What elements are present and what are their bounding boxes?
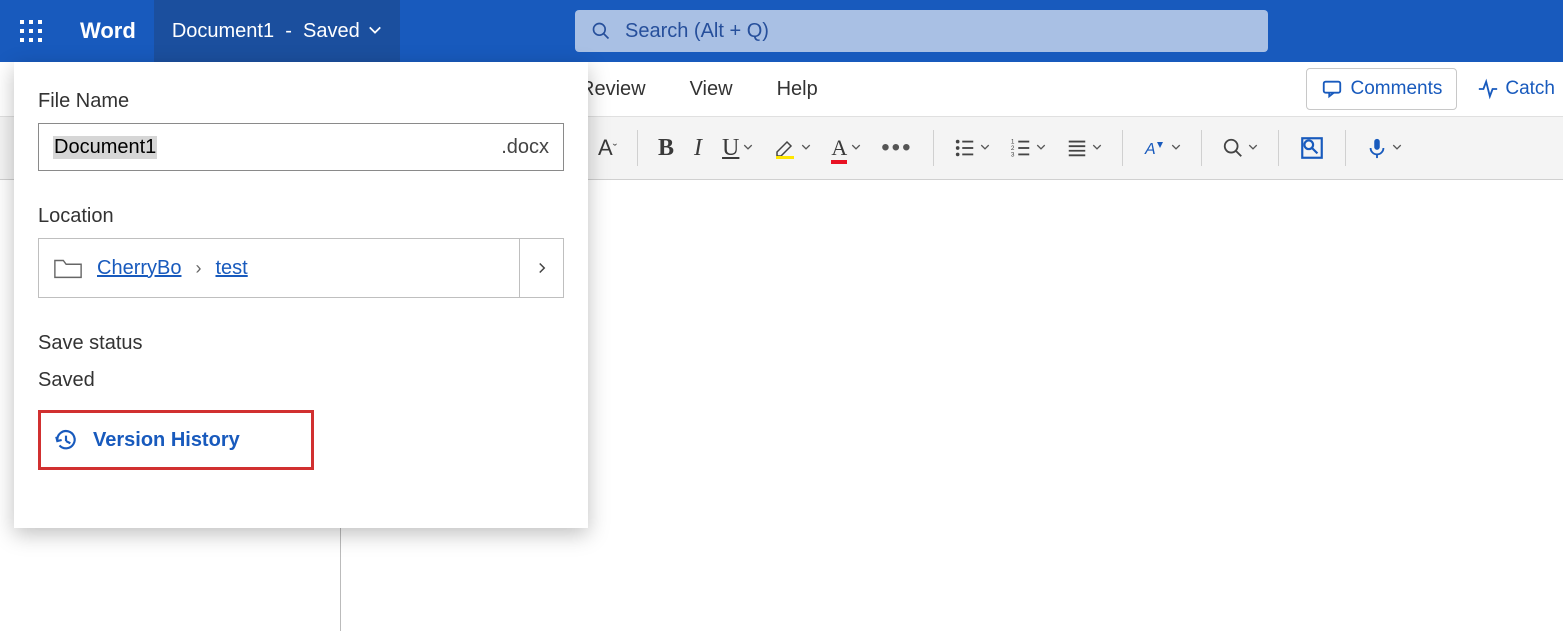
highlight-icon: [773, 136, 797, 160]
saved-indicator: Saved: [303, 20, 360, 43]
chevron-down-icon: [851, 139, 861, 157]
title-bar: Word Document1 - Saved Search (Alt + Q): [0, 0, 1563, 62]
waffle-icon: [20, 20, 42, 42]
align-icon: [1066, 137, 1088, 159]
comments-label: Comments: [1351, 78, 1443, 100]
microphone-icon: [1366, 135, 1388, 161]
tab-help[interactable]: Help: [777, 78, 818, 101]
highlight-button[interactable]: [763, 128, 821, 168]
numbering-icon: 123: [1010, 137, 1032, 159]
version-history-button[interactable]: Version History: [38, 410, 314, 470]
document-title-text: Document1: [172, 20, 274, 43]
catch-up-button[interactable]: Catch: [1469, 78, 1563, 100]
location-row: CherryBo › test: [38, 238, 564, 298]
comment-icon: [1321, 78, 1343, 100]
app-launcher-button[interactable]: [0, 0, 62, 62]
search-input[interactable]: Search (Alt + Q): [575, 10, 1268, 52]
numbering-button[interactable]: 123: [1000, 128, 1056, 168]
location-browse-button[interactable]: [519, 239, 563, 297]
bold-button[interactable]: B: [648, 128, 684, 168]
filename-value[interactable]: Document1: [53, 136, 157, 159]
document-title-popover: File Name Document1 .docx Location Cherr…: [14, 62, 588, 528]
breadcrumb-separator: ›: [195, 258, 201, 279]
location-label: Location: [38, 205, 564, 228]
chevron-down-icon: [368, 20, 382, 43]
bullets-icon: [954, 137, 976, 159]
styles-icon: A: [1143, 136, 1167, 160]
chevron-down-icon: [1392, 139, 1402, 157]
location-path[interactable]: CherryBo › test: [39, 239, 519, 297]
tab-view[interactable]: View: [690, 78, 733, 101]
chevron-down-icon: [1092, 139, 1102, 157]
file-extension: .docx: [501, 136, 549, 159]
search-placeholder: Search (Alt + Q): [625, 20, 769, 43]
save-status-label: Save status: [38, 332, 564, 355]
comments-button[interactable]: Comments: [1306, 68, 1458, 110]
svg-text:3: 3: [1010, 151, 1014, 158]
pulse-icon: [1477, 78, 1499, 100]
font-color-button[interactable]: A: [821, 128, 871, 168]
tab-review[interactable]: Review: [580, 78, 646, 101]
chevron-down-icon: [801, 139, 811, 157]
history-icon: [53, 427, 79, 453]
editor-icon: [1299, 135, 1325, 161]
find-button[interactable]: [1212, 128, 1268, 168]
svg-text:A: A: [1144, 141, 1156, 158]
chevron-down-icon: [1036, 139, 1046, 157]
bullets-button[interactable]: [944, 128, 1000, 168]
chevron-right-icon: [536, 260, 548, 276]
search-icon: [591, 21, 611, 41]
underline-button[interactable]: U: [712, 128, 763, 168]
version-history-label: Version History: [93, 429, 240, 452]
separator: [1278, 130, 1279, 166]
separator: [1122, 130, 1123, 166]
document-title-dropdown[interactable]: Document1 - Saved: [154, 0, 400, 62]
dictate-button[interactable]: [1356, 128, 1412, 168]
filename-label: File Name: [38, 90, 564, 113]
align-button[interactable]: [1056, 128, 1112, 168]
separator: [1201, 130, 1202, 166]
separator: [637, 130, 638, 166]
chevron-down-icon: [1171, 139, 1181, 157]
filename-input-row[interactable]: Document1 .docx: [38, 123, 564, 171]
chevron-down-icon: [980, 139, 990, 157]
font-size-decrease[interactable]: Aˇ: [588, 128, 627, 168]
title-separator: -: [274, 20, 303, 43]
search-icon: [1222, 137, 1244, 159]
chevron-down-icon: [743, 139, 753, 157]
separator: [933, 130, 934, 166]
folder-icon: [53, 256, 83, 280]
italic-button[interactable]: I: [684, 128, 712, 168]
more-options-button[interactable]: •••: [871, 134, 922, 162]
chevron-down-icon: [1248, 139, 1258, 157]
app-name[interactable]: Word: [62, 18, 154, 44]
separator: [1345, 130, 1346, 166]
save-status-value: Saved: [38, 369, 564, 392]
editor-button[interactable]: [1289, 128, 1335, 168]
location-root-link[interactable]: CherryBo: [97, 257, 181, 280]
styles-button[interactable]: A: [1133, 128, 1191, 168]
location-child-link[interactable]: test: [215, 257, 247, 280]
ribbon-actions: Comments Catch: [1306, 68, 1563, 110]
catch-label: Catch: [1505, 78, 1555, 100]
